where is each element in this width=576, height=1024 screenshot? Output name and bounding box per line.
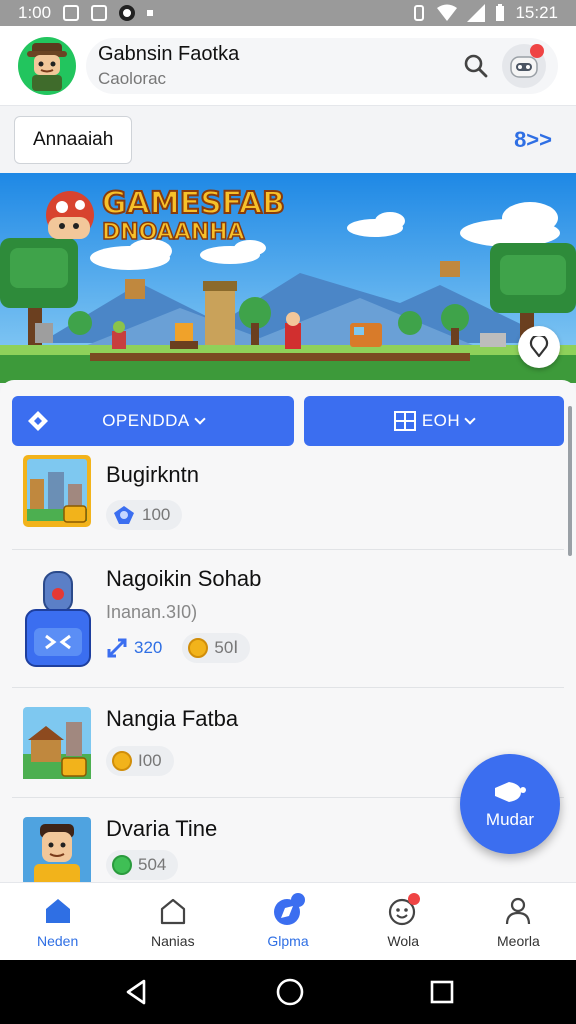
system-navigation-bar <box>0 960 576 1024</box>
game-thumbnail <box>22 816 92 882</box>
wifi-icon <box>437 4 458 21</box>
nav-item-nanias[interactable]: Nanias <box>115 883 230 960</box>
dot-icon <box>147 10 154 16</box>
house-outline-icon <box>160 898 185 924</box>
item-title: Bugirkntn <box>106 462 199 487</box>
item-title: Dvaria Tine <box>106 816 218 841</box>
item-subtitle: Inanan.3I0) <box>106 602 198 622</box>
avatar[interactable] <box>18 36 76 95</box>
home-circle-icon[interactable] <box>275 977 305 1007</box>
nav-item-glpma[interactable]: Glpma <box>230 883 345 960</box>
open-filter-dropdown[interactable]: OPENDDA <box>12 396 294 446</box>
scrollbar[interactable] <box>568 406 572 556</box>
nav-label: Wola <box>387 932 420 949</box>
stat-value: 504 <box>138 855 167 874</box>
stat-pill: 100 <box>106 500 183 530</box>
profile-card[interactable]: Gabnsin Faotka Caolorac <box>86 37 558 94</box>
diamond-icon <box>28 411 48 431</box>
game-thumbnail <box>22 570 94 673</box>
nav-item-wola[interactable]: Wola <box>346 883 461 960</box>
nav-label: Glpma <box>267 932 309 949</box>
see-more-link[interactable]: 8>> <box>514 127 552 153</box>
chevron-down-icon <box>464 413 476 425</box>
banner-title-line1: GAMESFAB <box>102 186 285 221</box>
stat-pill: I00 <box>106 746 174 776</box>
mudar-fab-button[interactable]: Mudar <box>460 754 560 854</box>
sort-filter-dropdown[interactable]: EOH <box>304 396 564 446</box>
megaphone-icon <box>495 782 526 802</box>
chevron-down-icon <box>194 413 206 425</box>
grid-icon <box>393 411 416 431</box>
recents-icon[interactable] <box>430 980 454 1004</box>
city-thumbnail-icon <box>23 455 91 527</box>
house-thumbnail-icon <box>23 707 91 779</box>
vibrate-icon <box>414 5 425 21</box>
nav-label: Nanias <box>151 932 195 949</box>
header-title: Gabnsin Faotka <box>98 42 240 65</box>
game-banner[interactable]: GAMESFAB DNOAANHA <box>0 173 576 383</box>
notification-icon <box>63 5 80 21</box>
nav-item-neden[interactable]: Neden <box>0 883 115 960</box>
header-subtitle: Caolorac <box>98 68 167 88</box>
notifications-button[interactable] <box>502 43 546 88</box>
list-item[interactable]: Bugirkntn 100 <box>12 452 564 550</box>
filter-bar: OPENDDA EOH <box>12 396 564 448</box>
map-pin-icon <box>529 336 549 358</box>
person-thumbnail-icon <box>23 817 91 882</box>
item-title: Nangia Fatba <box>106 706 239 731</box>
pixel-badge-icon <box>114 506 134 524</box>
stat-value: I00 <box>138 751 162 770</box>
home-icon <box>45 898 70 923</box>
stat-value: 50Ⅰ <box>214 638 239 657</box>
status-time-right: 15:21 <box>515 3 558 22</box>
person-icon <box>506 897 531 924</box>
category-button[interactable]: Annaaiah <box>14 116 133 164</box>
sub-toolbar: Annaaiah 8>> <box>0 107 576 173</box>
pixel-landscape-illustration: GAMESFAB DNOAANHA <box>0 173 576 383</box>
stat-value: 320 <box>134 638 163 657</box>
game-thumbnail <box>22 454 92 533</box>
record-icon <box>119 5 136 21</box>
banner-title-line2: DNOAANHA <box>102 220 245 245</box>
notification-badge <box>291 892 305 907</box>
location-button[interactable] <box>518 326 560 368</box>
list-item[interactable]: Nagoikin Sohab Inanan.3I0) 320 50Ⅰ <box>12 550 564 688</box>
character-avatar-icon <box>27 42 67 91</box>
stat-value: 100 <box>142 505 171 524</box>
search-button[interactable] <box>456 46 496 86</box>
gold-coin-icon <box>112 751 132 771</box>
game-thumbnail <box>22 706 92 785</box>
status-bar: 1:00 15:21 <box>0 0 576 26</box>
status-time-left: 1:00 <box>18 3 52 22</box>
search-icon <box>464 54 488 77</box>
fab-label: Mudar <box>485 810 535 829</box>
notification-badge <box>530 43 544 58</box>
bottom-navigation: Neden Nanias Glpma Wola Meorla <box>0 882 576 960</box>
back-icon[interactable] <box>122 978 150 1006</box>
stat-pill: 320 <box>106 633 174 663</box>
robot-thumbnail-icon <box>25 571 91 667</box>
battery-icon <box>496 4 505 21</box>
notification-badge <box>408 892 421 905</box>
gold-coin-icon <box>188 638 209 658</box>
nav-label: Meorla <box>497 932 540 949</box>
nav-label: Neden <box>36 932 79 949</box>
sort-filter-label: EOH <box>421 411 461 430</box>
stat-pill: 504 <box>106 850 179 880</box>
green-coin-icon <box>112 855 132 875</box>
stat-pill: 50Ⅰ <box>182 633 251 663</box>
nav-item-meorla[interactable]: Meorla <box>461 883 576 960</box>
arrows-icon <box>107 638 127 658</box>
signal-icon <box>467 4 486 22</box>
app-header: Gabnsin Faotka Caolorac <box>0 26 576 106</box>
open-filter-label: OPENDDA <box>102 411 190 430</box>
item-title: Nagoikin Sohab <box>106 566 262 591</box>
notification-icon <box>91 5 108 21</box>
